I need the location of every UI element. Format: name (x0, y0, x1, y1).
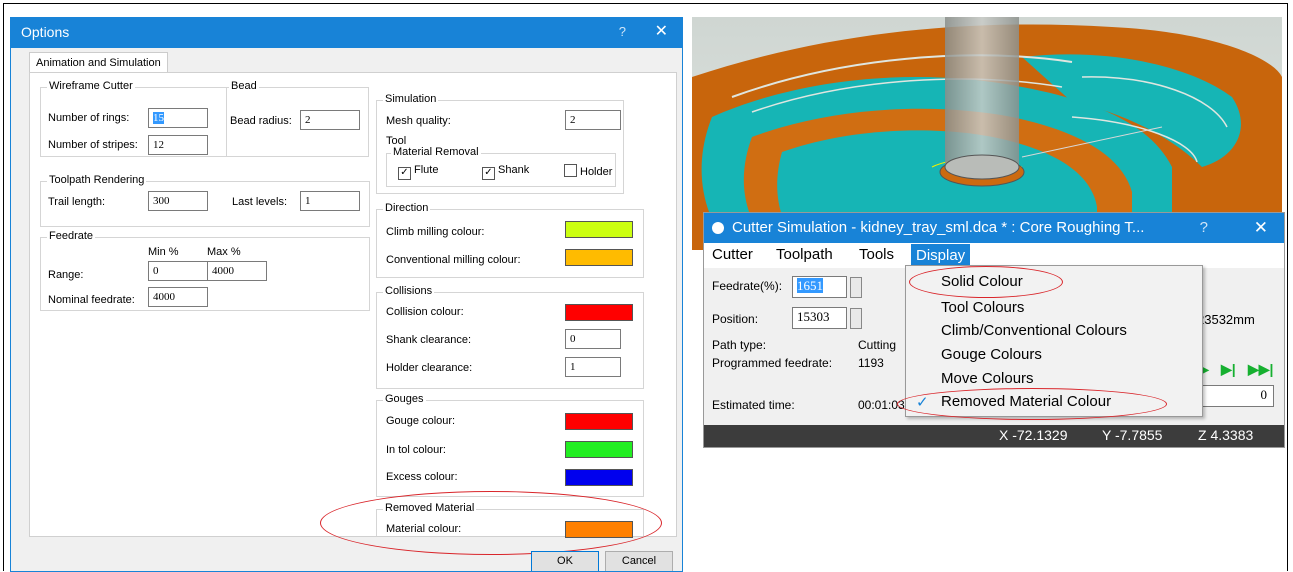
gouges-title: Gouges (383, 393, 426, 405)
stripes-label: Number of stripes: (48, 139, 138, 151)
material-removal-title: Material Removal (391, 146, 481, 158)
tab-animation-simulation[interactable]: Animation and Simulation (29, 52, 168, 73)
trail-length-input[interactable]: 300 (148, 191, 208, 211)
path-type-label: Path type: (712, 338, 767, 352)
app-icon (712, 222, 724, 234)
position-spinner[interactable] (850, 308, 862, 329)
gouge-colour-swatch[interactable] (565, 413, 633, 430)
nominal-feedrate-input[interactable]: 4000 (148, 287, 208, 307)
shank-clearance-label: Shank clearance: (386, 334, 471, 346)
min-percent-header: Min % (148, 246, 179, 258)
mesh-quality-input[interactable]: 2 (565, 110, 621, 130)
collision-colour-swatch[interactable] (565, 304, 633, 321)
direction-title: Direction (383, 202, 431, 214)
holder-checkbox[interactable]: Holder (564, 164, 612, 178)
options-title-bar: Options ? ✕ (11, 18, 682, 48)
options-panel: Wireframe Cutter Number of rings: 15 Num… (29, 72, 677, 555)
help-icon[interactable]: ? (1200, 213, 1208, 243)
bead-radius-input[interactable]: 2 (300, 110, 360, 130)
step-forward-icon[interactable]: ▶| (1221, 361, 1236, 378)
path-type-value: Cutting (858, 338, 897, 352)
status-bar: X -72.1329 Y -7.7855 Z 4.3383 (704, 425, 1284, 447)
collisions-title: Collisions (383, 285, 435, 297)
excess-colour-label: Excess colour: (386, 471, 458, 483)
bead-title: Bead (229, 80, 259, 92)
mesh-quality-label: Mesh quality: (386, 115, 451, 127)
climb-colour-label: Climb milling colour: (386, 226, 485, 238)
check-icon: ✓ (482, 167, 495, 180)
max-percent-header: Max % (207, 246, 241, 258)
options-title: Options (21, 24, 70, 40)
last-levels-label: Last levels: (232, 196, 288, 208)
menu-item-climb-conventional-colours[interactable]: Climb/Conventional Colours (941, 322, 1127, 339)
gouge-colour-label: Gouge colour: (386, 415, 456, 427)
simulation-title: Simulation (383, 93, 439, 105)
length-value: 23532mm (1197, 312, 1255, 327)
holder-clearance-label: Holder clearance: (386, 362, 473, 374)
counter-input[interactable]: 0 (1200, 385, 1274, 407)
menu-tools[interactable]: Tools (859, 246, 894, 263)
check-icon: ✓ (398, 167, 411, 180)
conventional-colour-swatch[interactable] (565, 249, 633, 266)
rings-input[interactable]: 15 (148, 108, 208, 128)
range-label: Range: (48, 269, 84, 281)
last-levels-input[interactable]: 1 (300, 191, 360, 211)
range-max-input[interactable]: 4000 (207, 261, 267, 281)
excess-colour-swatch[interactable] (565, 469, 633, 486)
cancel-button[interactable]: Cancel (605, 551, 673, 571)
shank-checkbox[interactable]: ✓ Shank (482, 164, 529, 180)
position-input[interactable]: 15303 (792, 307, 847, 329)
menu-item-tool-colours[interactable]: Tool Colours (941, 299, 1024, 316)
menu-item-move-colours[interactable]: Move Colours (941, 370, 1034, 387)
menu-item-gouge-colours[interactable]: Gouge Colours (941, 346, 1042, 363)
conventional-colour-label: Conventional milling colour: (386, 254, 521, 266)
stripes-input[interactable]: 12 (148, 135, 208, 155)
close-icon[interactable]: ✕ (655, 18, 668, 46)
bead-radius-label: Bead radius: (230, 115, 292, 127)
range-min-input[interactable]: 0 (148, 261, 208, 281)
skip-end-icon[interactable]: ▶▶| (1248, 361, 1273, 378)
in-tol-colour-label: In tol colour: (386, 444, 446, 456)
nominal-feedrate-label: Nominal feedrate: (48, 294, 135, 306)
close-icon[interactable]: ✕ (1254, 213, 1268, 243)
feedrate-input[interactable]: 1651 (792, 276, 847, 298)
trail-length-label: Trail length: (48, 196, 106, 208)
rings-label: Number of rings: (48, 112, 130, 124)
climb-colour-swatch[interactable] (565, 221, 633, 238)
feedrate-label: Feedrate(%): (712, 279, 783, 293)
cutter-simulation-title-bar: Cutter Simulation - kidney_tray_sml.dca … (704, 213, 1284, 243)
highlight-ellipse-removed (897, 388, 1167, 420)
feedrate-spinner[interactable] (850, 277, 862, 298)
position-label: Position: (712, 312, 759, 326)
in-tol-colour-swatch[interactable] (565, 441, 633, 458)
programmed-feedrate-value: 1193 (858, 356, 884, 370)
direction-group: Direction (376, 202, 644, 278)
estimated-time-label: Estimated time: (712, 398, 795, 412)
status-z: Z 4.3383 (1198, 427, 1254, 443)
collision-colour-label: Collision colour: (386, 306, 464, 318)
ok-button[interactable]: OK (531, 551, 599, 571)
highlight-ellipse-solid (909, 266, 1063, 298)
toolpath-rendering-title: Toolpath Rendering (47, 174, 147, 186)
flute-checkbox[interactable]: ✓ Flute (398, 164, 438, 180)
status-y: Y -7.7855 (1102, 427, 1163, 443)
menu-toolpath[interactable]: Toolpath (776, 246, 833, 263)
menu-cutter[interactable]: Cutter (712, 246, 753, 263)
programmed-feedrate-label: Programmed feedrate: (712, 356, 833, 370)
holder-clearance-input[interactable]: 1 (565, 357, 621, 377)
help-icon[interactable]: ? (619, 18, 626, 46)
menu-display[interactable]: Display (911, 244, 971, 267)
wireframe-cutter-title: Wireframe Cutter (47, 80, 135, 92)
shank-clearance-input[interactable]: 0 (565, 329, 621, 349)
highlight-ellipse (320, 491, 662, 555)
cutter-simulation-title: Cutter Simulation - kidney_tray_sml.dca … (732, 219, 1145, 236)
feedrate-title: Feedrate (47, 230, 96, 242)
status-x: X -72.1329 (999, 427, 1068, 443)
options-dialog: Options ? ✕ Animation and Simulation Wir… (10, 17, 683, 572)
